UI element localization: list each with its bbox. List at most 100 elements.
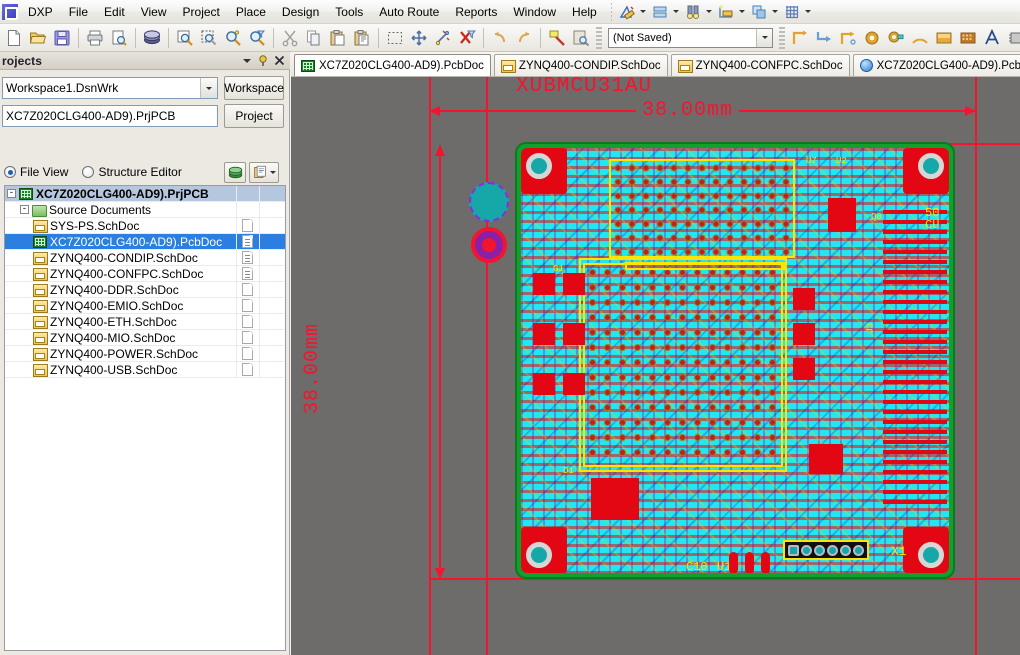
radio-structure-editor[interactable]: Structure Editor — [82, 165, 195, 179]
paste-icon[interactable] — [326, 26, 350, 50]
copy-icon[interactable] — [302, 26, 326, 50]
menu-window[interactable]: Window — [505, 2, 564, 22]
chip-small-5[interactable] — [533, 373, 555, 395]
tree-expander[interactable]: - — [20, 205, 29, 214]
chip-small-3[interactable] — [533, 323, 555, 345]
chevron-down-icon[interactable] — [756, 28, 772, 47]
mounting-hole-br[interactable] — [918, 542, 944, 568]
toolbar-grip[interactable] — [596, 26, 602, 49]
tree-item[interactable]: ZYNQ400-USB.SchDoc — [5, 362, 285, 378]
mounting-hole-bl[interactable] — [526, 542, 552, 568]
cut-scissors-icon[interactable] — [278, 26, 302, 50]
saved-state-combo[interactable]: (Not Saved) — [608, 27, 773, 48]
open-report-button[interactable] — [249, 162, 279, 183]
chip-power[interactable] — [809, 444, 843, 474]
paste-special-icon[interactable] — [350, 26, 374, 50]
document-tab[interactable]: XC7Z020CLG400-AD9).PcbDoc.htm — [852, 54, 1020, 76]
binoculars-find-dropdown[interactable] — [704, 2, 715, 22]
teal-circle-marker-outer[interactable] — [469, 182, 509, 222]
place-pad-icon[interactable] — [860, 26, 884, 50]
header-connector-x1[interactable] — [783, 540, 869, 560]
chip-small-8[interactable] — [793, 323, 815, 345]
place-line-icon[interactable] — [812, 26, 836, 50]
chip-small-7[interactable] — [793, 288, 815, 310]
document-tab[interactable]: ZYNQ400-CONFPC.SchDoc — [670, 54, 850, 76]
bga-component-ddr[interactable] — [609, 159, 795, 258]
place-string-icon[interactable] — [980, 26, 1004, 50]
chip-small-1[interactable] — [533, 273, 555, 295]
highlight-pen-icon[interactable] — [545, 26, 569, 50]
menu-edit[interactable]: Edit — [96, 2, 133, 22]
pcb-canvas[interactable]: XUBMCU31AU 38.00mm 38.00mm X1 U2 U7 Q8 5… — [291, 77, 1020, 655]
menu-auto-route[interactable]: Auto Route — [371, 2, 447, 22]
radio-file-view[interactable]: File View — [4, 165, 82, 179]
zoom-in-icon[interactable] — [221, 26, 245, 50]
grid-dropdown[interactable] — [803, 2, 814, 22]
mask-tool-icon[interactable] — [569, 26, 593, 50]
ruler-pencil-dropdown[interactable] — [638, 2, 649, 22]
ruler-pencil-icon[interactable] — [616, 2, 638, 22]
tree-item[interactable]: XC7Z020CLG400-AD9).PcbDoc — [5, 234, 285, 250]
menu-dxp[interactable]: DXP — [20, 2, 61, 22]
chevron-down-icon[interactable] — [239, 53, 255, 69]
layers-swap-icon[interactable] — [748, 2, 770, 22]
project-field[interactable]: XC7Z020CLG400-AD9).PrjPCB — [2, 105, 218, 127]
chevron-down-icon[interactable] — [200, 78, 217, 98]
tree-expander[interactable]: - — [7, 189, 16, 198]
menu-place[interactable]: Place — [228, 2, 274, 22]
project-tree[interactable]: - XC7Z020CLG400-AD9).PrjPCB - Source Docume… — [4, 185, 286, 651]
undo-icon[interactable] — [488, 26, 512, 50]
workspace-button[interactable]: Workspace — [224, 76, 284, 100]
menu-project[interactable]: Project — [175, 2, 228, 22]
tree-item[interactable]: ZYNQ400-MIO.SchDoc — [5, 330, 285, 346]
close-icon[interactable] — [271, 53, 287, 69]
measure-tool-dropdown[interactable] — [737, 2, 748, 22]
binoculars-find-icon[interactable] — [682, 2, 704, 22]
chip-small-4[interactable] — [563, 323, 585, 345]
board-layers-icon[interactable] — [140, 26, 164, 50]
dxp-logo-icon[interactable] — [2, 3, 18, 20]
chip-small-6[interactable] — [563, 373, 585, 395]
tree-item[interactable]: ZYNQ400-CONFPC.SchDoc — [5, 266, 285, 282]
chip-small-2[interactable] — [563, 273, 585, 295]
chip-small-9[interactable] — [793, 358, 815, 380]
pcb-board[interactable]: X1 U2 U7 Q8 50 CU G1 D1 C10 U1B J3 — [515, 142, 955, 579]
workspace-combo[interactable]: Workspace1.DsnWrk — [2, 77, 218, 99]
save-icon[interactable] — [50, 26, 74, 50]
place-fill-icon[interactable] — [932, 26, 956, 50]
tree-item[interactable]: ZYNQ400-CONDIP.SchDoc — [5, 250, 285, 266]
tree-item[interactable]: ZYNQ400-EMIO.SchDoc — [5, 298, 285, 314]
tree-item[interactable]: - XC7Z020CLG400-AD9).PrjPCB — [5, 186, 285, 202]
layer-stack-dropdown[interactable] — [671, 2, 682, 22]
redo-icon[interactable] — [512, 26, 536, 50]
document-tab[interactable]: ZYNQ400-CONDIP.SchDoc — [493, 54, 668, 76]
board-layers-icon[interactable] — [224, 162, 246, 183]
tree-item[interactable]: ZYNQ400-ETH.SchDoc — [5, 314, 285, 330]
pin-icon[interactable] — [255, 53, 271, 69]
move-icon[interactable] — [407, 26, 431, 50]
place-component-icon[interactable] — [1004, 26, 1020, 50]
open-folder-icon[interactable] — [26, 26, 50, 50]
place-via-icon[interactable] — [884, 26, 908, 50]
document-tab[interactable]: XC7Z020CLG400-AD9).PcbDoc — [294, 54, 491, 76]
new-document-icon[interactable] — [2, 26, 26, 50]
mounting-hole-tl[interactable] — [526, 153, 552, 179]
tree-item[interactable]: SYS-PS.SchDoc — [5, 218, 285, 234]
place-polygon-icon[interactable] — [956, 26, 980, 50]
menu-reports[interactable]: Reports — [447, 2, 505, 22]
menu-design[interactable]: Design — [274, 2, 327, 22]
zoom-selection-icon[interactable] — [197, 26, 221, 50]
layers-swap-dropdown[interactable] — [770, 2, 781, 22]
toolbar-grip[interactable] — [779, 26, 785, 49]
menu-file[interactable]: File — [61, 2, 96, 22]
mounting-hole-tr[interactable] — [918, 153, 944, 179]
clear-filter-icon[interactable] — [455, 26, 479, 50]
zoom-area-icon[interactable] — [173, 26, 197, 50]
select-rectangle-icon[interactable] — [383, 26, 407, 50]
chip-q8[interactable] — [828, 198, 856, 232]
place-track-icon[interactable] — [788, 26, 812, 50]
layer-stack-icon[interactable] — [649, 2, 671, 22]
deselect-icon[interactable] — [431, 26, 455, 50]
tree-item[interactable]: ZYNQ400-DDR.SchDoc — [5, 282, 285, 298]
place-arc-icon[interactable] — [908, 26, 932, 50]
